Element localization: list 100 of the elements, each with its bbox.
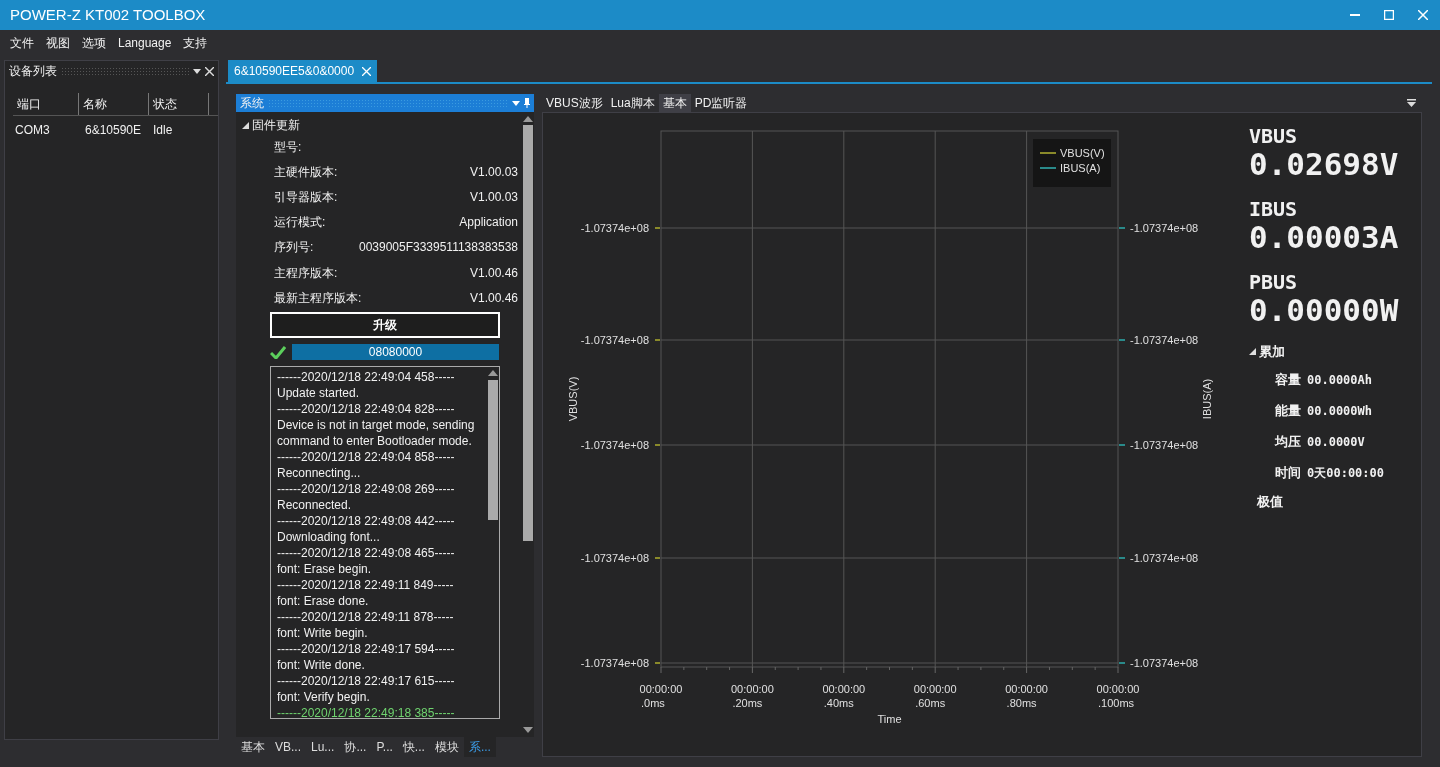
- field-value: V1.00.46: [469, 289, 518, 307]
- field-value: 0天00:00:00: [1307, 464, 1385, 482]
- log-line: Downloading font...: [277, 529, 381, 546]
- reading-label: IBUS: [1249, 198, 1299, 220]
- view-tab[interactable]: VBUS波形: [542, 94, 607, 112]
- field-value: V1.00.46: [469, 264, 518, 282]
- scrollbar-thumb[interactable]: [523, 125, 533, 541]
- field-label: 引导器版本:: [274, 188, 338, 206]
- field-label: 能量: [1275, 401, 1301, 420]
- axis-title: IBUS(A): [1201, 378, 1213, 420]
- log-line: font: Erase begin.: [277, 561, 373, 578]
- log-line: ------2020/12/18 22:49:04 828-----: [277, 401, 456, 418]
- field-value: 0039005F3339511138383538: [358, 239, 518, 257]
- log-line: ------2020/12/18 22:49:08 442-----: [277, 513, 456, 530]
- axis-tick-label: 00:00:00 .0ms: [639, 683, 683, 709]
- menu-item[interactable]: 支持: [177, 33, 214, 52]
- axis-tick-label: -1.07374e+08: [580, 552, 649, 564]
- axis-tick-label: -1.07374e+08: [1130, 552, 1199, 564]
- scrollbar-thumb[interactable]: [488, 380, 498, 521]
- panel-tab[interactable]: 基本: [236, 737, 270, 757]
- scroll-up-icon[interactable]: [523, 116, 533, 122]
- menu-item[interactable]: 选项: [76, 33, 112, 52]
- panel-tab[interactable]: 快...: [397, 737, 430, 757]
- window-title: POWER-Z KT002 TOOLBOX: [10, 4, 206, 25]
- section-header[interactable]: 极值: [1257, 491, 1421, 511]
- scroll-down-icon[interactable]: [523, 727, 533, 733]
- legend-item: IBUS(A): [1040, 162, 1101, 174]
- expander-icon[interactable]: [242, 121, 249, 129]
- table-cell-text: COM3: [15, 122, 51, 139]
- axis-tick-label: -1.07374e+08: [1130, 222, 1199, 234]
- panel-tab[interactable]: 协...: [339, 737, 372, 757]
- log-line: ------2020/12/18 22:49:08 465-----: [277, 545, 456, 562]
- log-line: ------2020/12/18 22:49:11 849-----: [277, 577, 455, 594]
- panel-tab[interactable]: 系...: [463, 737, 496, 757]
- panel-tab[interactable]: P...: [371, 737, 398, 757]
- axis-tick-label: -1.07374e+08: [580, 334, 649, 346]
- reading-label: VBUS: [1249, 125, 1299, 147]
- section-header[interactable]: 累加: [1249, 342, 1421, 362]
- dropdown-icon[interactable]: [1407, 99, 1416, 107]
- field-label: 型号:: [274, 138, 302, 156]
- panel-tab[interactable]: Lu...: [306, 737, 340, 757]
- log-line: ------2020/12/18 22:49:17 594-----: [277, 641, 456, 658]
- axis-title: VBUS(V): [567, 376, 579, 422]
- log-line: Reconnected.: [277, 497, 353, 514]
- field-value: 00.0000Ah: [1307, 371, 1373, 389]
- log-line: Update started.: [277, 385, 361, 402]
- menu-item[interactable]: Language: [112, 33, 178, 52]
- table-cell-text: Idle: [153, 122, 174, 139]
- panel-title: 设备列表: [9, 63, 57, 80]
- axis-tick-label: 00:00:00 .20ms: [731, 683, 774, 709]
- progress-bar: 08080000: [292, 344, 499, 361]
- column-header[interactable]: 名称: [79, 93, 149, 115]
- field-label: 最新主程序版本:: [274, 289, 362, 307]
- log-line: font: Write begin.: [277, 625, 369, 642]
- axis-tick-label: 00:00:00 .100ms: [1096, 683, 1140, 709]
- log-line: ------2020/12/18 22:49:18 385-----: [277, 705, 456, 719]
- view-tab[interactable]: PD监听器: [690, 94, 752, 112]
- field-value: 00.0000V: [1307, 433, 1365, 451]
- field-value: 00.0000Wh: [1307, 402, 1373, 420]
- field-value: V1.00.03: [469, 188, 518, 206]
- menu-item[interactable]: 视图: [40, 33, 76, 52]
- log-line: font: Write done.: [277, 657, 366, 674]
- panel-title: 系统: [240, 95, 264, 112]
- dropdown-icon[interactable]: [193, 68, 201, 74]
- axis-tick-label: 00:00:00 .40ms: [822, 683, 866, 709]
- log-line: font: Verify begin.: [277, 689, 371, 706]
- legend-item: VBUS(V): [1040, 147, 1105, 159]
- log-line: Reconnecting...: [277, 465, 362, 482]
- expander-icon[interactable]: [1249, 348, 1256, 356]
- panel-tab[interactable]: VB...: [270, 737, 306, 757]
- field-label: 容量: [1275, 370, 1301, 389]
- scroll-up-icon[interactable]: [488, 370, 498, 377]
- axis-tick-label: -1.07374e+08: [1130, 439, 1199, 451]
- field-value: V1.00.03: [469, 163, 518, 181]
- field-label: 均压: [1275, 432, 1301, 451]
- log-line: ------2020/12/18 22:49:11 878-----: [277, 609, 455, 626]
- field-label: 运行模式:: [274, 214, 326, 232]
- column-header[interactable]: 端口: [13, 93, 79, 115]
- axis-tick-label: -1.07374e+08: [580, 657, 649, 669]
- view-tab[interactable]: Lua脚本: [606, 94, 659, 112]
- log-line: ------2020/12/18 22:49:08 269-----: [277, 481, 456, 498]
- axis-tick-label: -1.07374e+08: [1130, 657, 1199, 669]
- field-label: 时间: [1275, 463, 1301, 482]
- panel-tab[interactable]: 模块: [429, 737, 464, 757]
- table-cell-text: 6&10590E: [85, 122, 143, 139]
- column-header[interactable]: 状态: [149, 93, 209, 115]
- document-tab[interactable]: 6&10590EE5&0&0000: [228, 60, 378, 82]
- close-icon[interactable]: [205, 66, 214, 76]
- menu-item[interactable]: 文件: [4, 33, 40, 52]
- upgrade-button[interactable]: 升级: [270, 312, 500, 339]
- log-line: command to enter Bootloader mode.: [277, 433, 473, 450]
- axis-tick-label: -1.07374e+08: [580, 222, 649, 234]
- reading-value: 0.00003A: [1249, 220, 1400, 254]
- section-header[interactable]: 固件更新: [242, 116, 522, 134]
- pin-icon[interactable]: [524, 98, 530, 108]
- maximize-icon: [1384, 10, 1394, 20]
- log-line: ------2020/12/18 22:49:17 615-----: [277, 673, 456, 690]
- field-label: 主硬件版本:: [274, 163, 338, 181]
- axis-tick-label: -1.07374e+08: [1130, 334, 1199, 346]
- view-tab[interactable]: 基本: [658, 94, 691, 112]
